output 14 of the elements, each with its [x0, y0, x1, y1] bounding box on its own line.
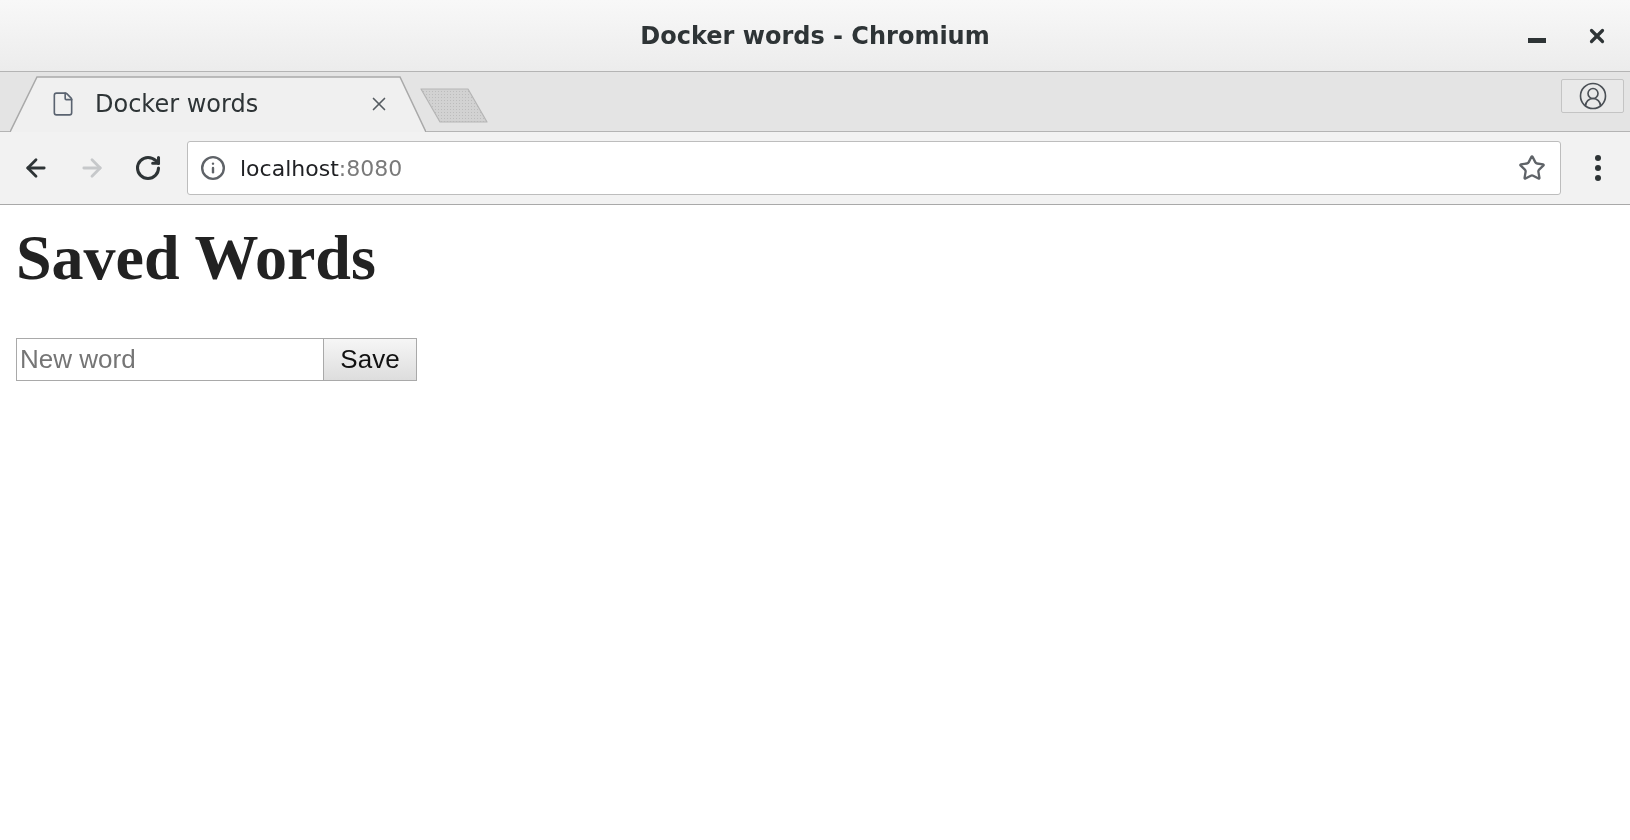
url-text: localhost:8080 [240, 155, 403, 181]
address-bar[interactable]: localhost:8080 [187, 141, 1561, 195]
window-title: Docker words - Chromium [640, 21, 990, 50]
save-button[interactable]: Save [324, 338, 417, 381]
minimize-icon [1528, 38, 1546, 43]
person-icon [1577, 81, 1608, 111]
menu-icon [1595, 155, 1601, 181]
info-icon [200, 155, 226, 181]
page-heading: Saved Words [16, 221, 376, 295]
profile-button[interactable] [1561, 79, 1624, 113]
new-word-field[interactable]: New word [16, 338, 324, 381]
star-icon [1518, 154, 1546, 182]
browser-tab[interactable]: Docker words [10, 76, 426, 132]
reload-icon [134, 154, 162, 182]
